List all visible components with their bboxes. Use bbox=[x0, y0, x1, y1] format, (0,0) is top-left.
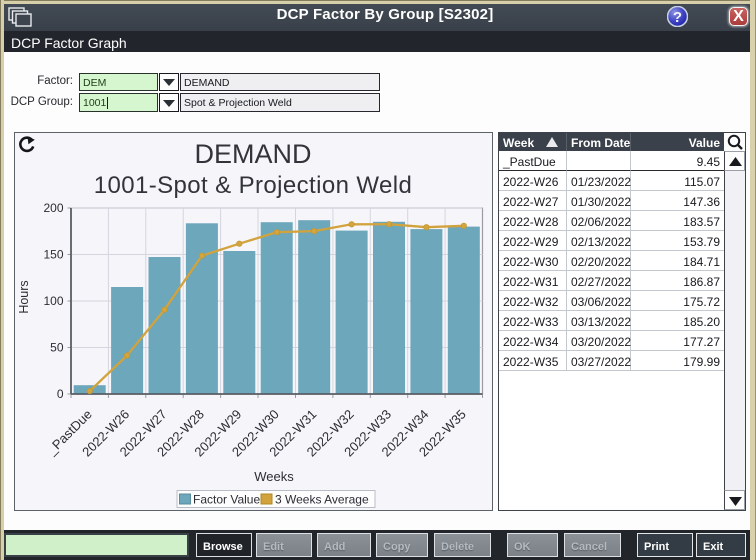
svg-text:50: 50 bbox=[50, 341, 64, 355]
svg-text:200: 200 bbox=[43, 201, 63, 215]
svg-text:0: 0 bbox=[57, 387, 64, 401]
svg-text:3 Weeks Average: 3 Weeks Average bbox=[275, 493, 369, 507]
svg-text:Weeks: Weeks bbox=[254, 469, 294, 484]
svg-text:Factor Value: Factor Value bbox=[193, 493, 260, 507]
svg-text:Hours: Hours bbox=[17, 280, 31, 313]
svg-text:?: ? bbox=[673, 9, 682, 26]
svg-text:1001-Spot & Projection Weld: 1001-Spot & Projection Weld bbox=[94, 172, 413, 199]
svg-text:100: 100 bbox=[43, 294, 63, 308]
svg-text:150: 150 bbox=[43, 248, 63, 262]
svg-text:DEMAND: DEMAND bbox=[194, 139, 311, 169]
